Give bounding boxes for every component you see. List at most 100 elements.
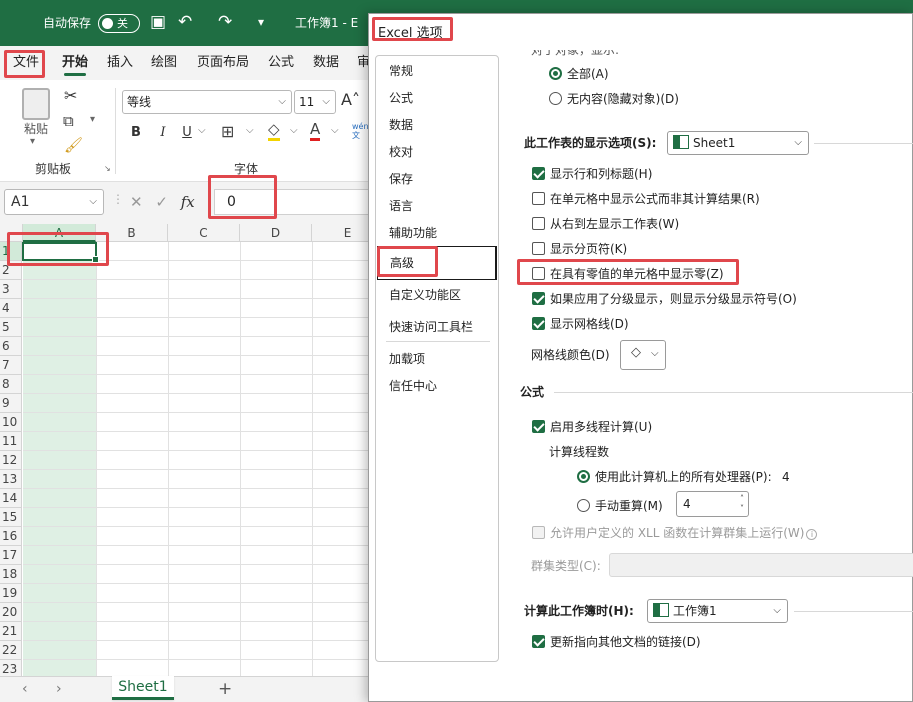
copy-icon[interactable]: ⧉ (63, 112, 74, 130)
increase-font-icon[interactable]: A˄ (341, 90, 360, 109)
show-zero-checkbox[interactable]: 在具有零值的单元格中显示零(Z) (532, 264, 724, 284)
row-header[interactable]: 1 (0, 242, 22, 261)
tab-data[interactable]: 数据 (313, 46, 339, 80)
font-color-icon[interactable]: A (310, 120, 321, 141)
row-header[interactable]: 15 (0, 508, 22, 527)
add-sheet-icon[interactable]: + (218, 679, 232, 699)
manual-threads-radio[interactable]: 手动重算(M) (577, 496, 663, 516)
select-all-corner[interactable] (0, 224, 23, 242)
row-header[interactable]: 12 (0, 451, 22, 470)
manual-threads-spinner[interactable]: 4 ˄ ˅ (676, 491, 749, 517)
column-header[interactable]: A (23, 224, 96, 242)
tab-page-layout[interactable]: 页面布局 (197, 46, 249, 80)
row-header[interactable]: 13 (0, 470, 22, 489)
italic-button[interactable]: I (153, 121, 173, 145)
paste-chevron-icon[interactable]: ▾ (30, 136, 35, 147)
gridline-color-button[interactable]: ◇ ⌵ (620, 340, 666, 370)
row-header[interactable]: 14 (0, 489, 22, 508)
clipboard-launcher-icon[interactable]: ↘ (104, 164, 111, 173)
borders-chevron-icon[interactable]: ⌵ (246, 125, 254, 136)
sheet-tab[interactable]: Sheet1 (112, 676, 174, 700)
workbook-select[interactable]: 工作簿1 ⌵ (647, 599, 788, 623)
more-options-icon[interactable]: ⋮ (112, 192, 124, 206)
row-header[interactable]: 4 (0, 299, 22, 318)
row-header[interactable]: 10 (0, 413, 22, 432)
outline-symbols-checkbox[interactable]: 如果应用了分级显示，则显示分级显示符号(O) (532, 289, 797, 309)
font-name-combo[interactable]: 等线 ⌵ (122, 90, 292, 114)
font-size-combo[interactable]: 11 ⌵ (294, 90, 336, 114)
row-header[interactable]: 16 (0, 527, 22, 546)
nav-item-save[interactable]: 保存 (377, 166, 497, 193)
objects-all-radio[interactable]: 全部(A) (549, 64, 609, 84)
formula-input[interactable]: 0 (214, 189, 374, 215)
autosave-toggle[interactable]: 关 (98, 14, 140, 33)
page-breaks-checkbox[interactable]: 显示分页符(K) (532, 239, 627, 259)
underline-chevron-icon[interactable]: ⌵ (198, 125, 206, 136)
phonetic-guide-icon[interactable]: wén 文 (352, 122, 369, 140)
row-header[interactable]: 21 (0, 622, 22, 641)
nav-item-general[interactable]: 常规 (377, 58, 497, 85)
row-header[interactable]: 8 (0, 375, 22, 394)
tab-insert[interactable]: 插入 (107, 46, 133, 80)
row-header[interactable]: 22 (0, 641, 22, 660)
tab-formulas[interactable]: 公式 (268, 46, 294, 80)
cancel-icon[interactable]: ✕ (130, 193, 143, 211)
scroll-left-icon[interactable]: ‹ (22, 681, 28, 697)
show-formulas-checkbox[interactable]: 在单元格中显示公式而非其计算结果(R) (532, 189, 760, 209)
underline-button[interactable]: U (177, 121, 197, 145)
nav-item-proofing[interactable]: 校对 (377, 139, 497, 166)
cut-icon[interactable]: ✂ (64, 86, 77, 105)
column-header[interactable]: D (240, 224, 312, 242)
save-icon[interactable]: ▣ (150, 10, 166, 34)
tab-home[interactable]: 开始 (62, 46, 88, 80)
row-header[interactable]: 18 (0, 565, 22, 584)
row-header[interactable]: 5 (0, 318, 22, 337)
objects-none-radio[interactable]: 无内容(隐藏对象)(D) (549, 89, 679, 109)
sheet-select[interactable]: Sheet1 ⌵ (667, 131, 809, 155)
nav-item-data[interactable]: 数据 (377, 112, 497, 139)
nav-item-accessibility[interactable]: 辅助功能 (377, 220, 497, 247)
borders-icon[interactable]: ⊞ (221, 122, 234, 141)
row-header[interactable]: 19 (0, 584, 22, 603)
column-header[interactable]: E (312, 224, 370, 242)
fill-color-icon[interactable]: ◇ (268, 120, 280, 141)
nav-item-customize-ribbon[interactable]: 自定义功能区 (377, 282, 497, 309)
font-color-chevron-icon[interactable]: ⌵ (331, 125, 339, 136)
row-header[interactable]: 3 (0, 280, 22, 299)
copy-chevron-icon[interactable]: ▾ (90, 114, 95, 125)
nav-item-advanced[interactable]: 高级 (377, 246, 497, 280)
row-header[interactable]: 20 (0, 603, 22, 622)
nav-item-addins[interactable]: 加载项 (377, 346, 497, 373)
row-header[interactable]: 9 (0, 394, 22, 413)
name-box[interactable]: A1 ⌵ (4, 189, 104, 215)
format-painter-icon[interactable]: 🖌 (64, 136, 83, 154)
worksheet-grid[interactable]: A B C D E 1 2 3 4 5 6 7 8 9 10 11 12 13 14 15 16 17 18 19 2… (0, 224, 370, 676)
paste-icon[interactable] (22, 88, 50, 120)
column-header[interactable]: C (168, 224, 240, 242)
chevron-down-icon[interactable]: ˅ (740, 504, 744, 514)
enter-icon[interactable]: ✓ (155, 193, 168, 211)
scroll-right-icon[interactable]: › (56, 681, 62, 697)
rtl-checkbox[interactable]: 从右到左显示工作表(W) (532, 214, 679, 234)
nav-item-quick-access[interactable]: 快速访问工具栏 (377, 314, 497, 341)
tab-draw[interactable]: 绘图 (151, 46, 177, 80)
nav-item-language[interactable]: 语言 (377, 193, 497, 220)
multithread-checkbox[interactable]: 启用多线程计算(U) (532, 417, 652, 437)
active-cell[interactable] (22, 242, 99, 263)
row-header[interactable]: 17 (0, 546, 22, 565)
tab-file[interactable]: 文件 (13, 46, 39, 80)
show-headers-checkbox[interactable]: 显示行和列标题(H) (532, 164, 652, 184)
row-header[interactable]: 6 (0, 337, 22, 356)
column-header[interactable]: B (96, 224, 168, 242)
insert-function-icon[interactable]: fx (181, 193, 195, 211)
redo-icon[interactable]: ↷ (218, 10, 232, 34)
chevron-up-icon[interactable]: ˄ (740, 494, 744, 504)
update-links-checkbox[interactable]: 更新指向其他文档的链接(D) (532, 632, 701, 652)
row-header[interactable]: 7 (0, 356, 22, 375)
row-header[interactable]: 2 (0, 261, 22, 280)
bold-button[interactable]: B (126, 121, 146, 145)
gridlines-checkbox[interactable]: 显示网格线(D) (532, 314, 629, 334)
paste-label[interactable]: 粘贴 (24, 120, 48, 137)
customize-qat-icon[interactable]: ▾ (258, 10, 264, 34)
fill-color-chevron-icon[interactable]: ⌵ (290, 125, 298, 136)
